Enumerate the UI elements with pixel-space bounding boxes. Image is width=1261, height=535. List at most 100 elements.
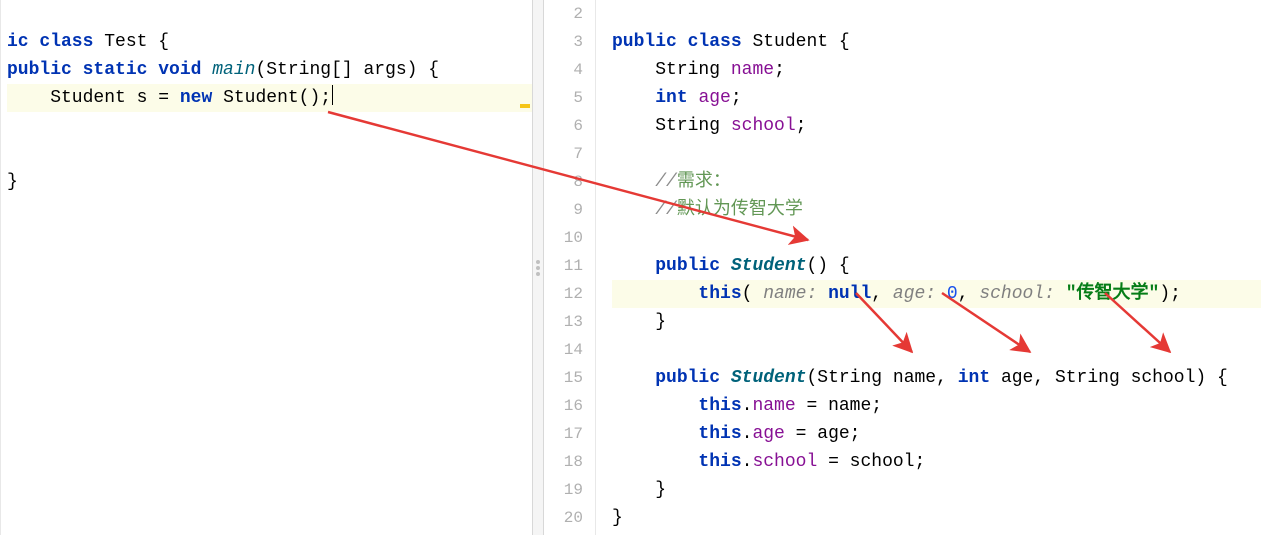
token: this: [698, 424, 741, 444]
gutter-right: 23456789101112131415161718192021: [544, 0, 596, 535]
token: [612, 172, 655, 192]
pane-splitter[interactable]: [532, 0, 544, 535]
token: ;: [796, 116, 807, 136]
token: 需求：: [677, 172, 731, 192]
token: Student {: [752, 32, 849, 52]
code-line[interactable]: String name;: [612, 56, 1261, 84]
token: }: [612, 508, 623, 528]
token: Student: [731, 256, 807, 276]
code-line[interactable]: this.name = name;: [612, 392, 1261, 420]
text-cursor: [332, 85, 333, 105]
code-line[interactable]: [612, 140, 1261, 168]
line-number: 19: [544, 476, 583, 504]
token: int: [958, 368, 1001, 388]
token: [612, 424, 698, 444]
code-line[interactable]: [612, 0, 1261, 28]
code-area-right[interactable]: public class Student { String name; int …: [596, 0, 1261, 535]
code-line[interactable]: public class Student {: [612, 28, 1261, 56]
token: Student: [731, 368, 807, 388]
token: 默认为传智大学: [677, 200, 803, 220]
token: Student();: [223, 88, 331, 108]
line-number: 11: [544, 252, 583, 280]
code-area-left[interactable]: ic class Test {public static void main(S…: [1, 0, 532, 535]
code-line[interactable]: [612, 336, 1261, 364]
token: school: [731, 116, 796, 136]
token: [612, 88, 655, 108]
token: this: [698, 452, 741, 472]
line-number: 3: [544, 28, 583, 56]
token: name: [752, 396, 795, 416]
token: String: [655, 60, 731, 80]
code-line[interactable]: this( name: null, age: 0, school: "传智大学"…: [612, 280, 1261, 308]
token: Student: [7, 88, 137, 108]
code-line[interactable]: [7, 0, 532, 28]
code-line[interactable]: public static void main(String[] args) {: [7, 56, 532, 84]
line-number: 8: [544, 168, 583, 196]
token: age: [1001, 368, 1033, 388]
code-line[interactable]: [7, 112, 532, 140]
code-line[interactable]: }: [612, 308, 1261, 336]
token: ic class: [7, 32, 104, 52]
token: = name;: [796, 396, 882, 416]
code-line[interactable]: }: [612, 476, 1261, 504]
token: String: [655, 116, 731, 136]
token: }: [7, 172, 18, 192]
editor-pane-left[interactable]: ic class Test {public static void main(S…: [0, 0, 532, 535]
token: "传智大学": [1066, 284, 1160, 304]
line-number: 15: [544, 364, 583, 392]
line-number: 9: [544, 196, 583, 224]
line-number: 18: [544, 448, 583, 476]
code-line[interactable]: //默认为传智大学: [612, 196, 1261, 224]
token: this: [698, 396, 741, 416]
token: public: [655, 256, 731, 276]
line-number: 12: [544, 280, 583, 308]
code-line[interactable]: public Student() {: [612, 252, 1261, 280]
line-number: 14: [544, 336, 583, 364]
code-line[interactable]: public Student(String name, int age, Str…: [612, 364, 1261, 392]
token: =: [147, 88, 179, 108]
token: name: [893, 368, 936, 388]
token: = school;: [817, 452, 925, 472]
token: s: [137, 88, 148, 108]
line-number: 17: [544, 420, 583, 448]
code-line[interactable]: //需求：: [612, 168, 1261, 196]
token: [612, 256, 655, 276]
token: () {: [806, 256, 849, 276]
warning-stripe-marker: [520, 104, 530, 108]
code-line[interactable]: this.age = age;: [612, 420, 1261, 448]
line-number: 4: [544, 56, 583, 84]
code-line[interactable]: this.school = school;: [612, 448, 1261, 476]
editor-split[interactable]: ic class Test {public static void main(S…: [0, 0, 1261, 535]
code-line[interactable]: }: [612, 504, 1261, 532]
editor-pane-right[interactable]: 23456789101112131415161718192021 public …: [544, 0, 1261, 535]
token: school:: [979, 284, 1065, 304]
token: = age;: [785, 424, 861, 444]
code-line[interactable]: }: [7, 168, 532, 196]
code-line[interactable]: String school;: [612, 112, 1261, 140]
line-number: 13: [544, 308, 583, 336]
token: ) {: [1195, 368, 1227, 388]
token: public: [655, 368, 731, 388]
token: [612, 368, 655, 388]
token: school: [1131, 368, 1196, 388]
token: age: [698, 88, 730, 108]
line-number: 20: [544, 504, 583, 532]
line-number: 10: [544, 224, 583, 252]
token: [612, 200, 655, 220]
token: , String: [1033, 368, 1130, 388]
token: [612, 452, 698, 472]
token: this: [698, 284, 741, 304]
token: //: [655, 200, 677, 220]
token: (String: [806, 368, 892, 388]
code-line[interactable]: [612, 224, 1261, 252]
code-line[interactable]: [7, 140, 532, 168]
token: ;: [774, 60, 785, 80]
code-line[interactable]: Student s = new Student();: [7, 84, 532, 112]
token: [612, 396, 698, 416]
code-line[interactable]: ic class Test {: [7, 28, 532, 56]
token: school: [752, 452, 817, 472]
token: [612, 116, 655, 136]
line-number: 7: [544, 140, 583, 168]
token: .: [742, 396, 753, 416]
code-line[interactable]: int age;: [612, 84, 1261, 112]
